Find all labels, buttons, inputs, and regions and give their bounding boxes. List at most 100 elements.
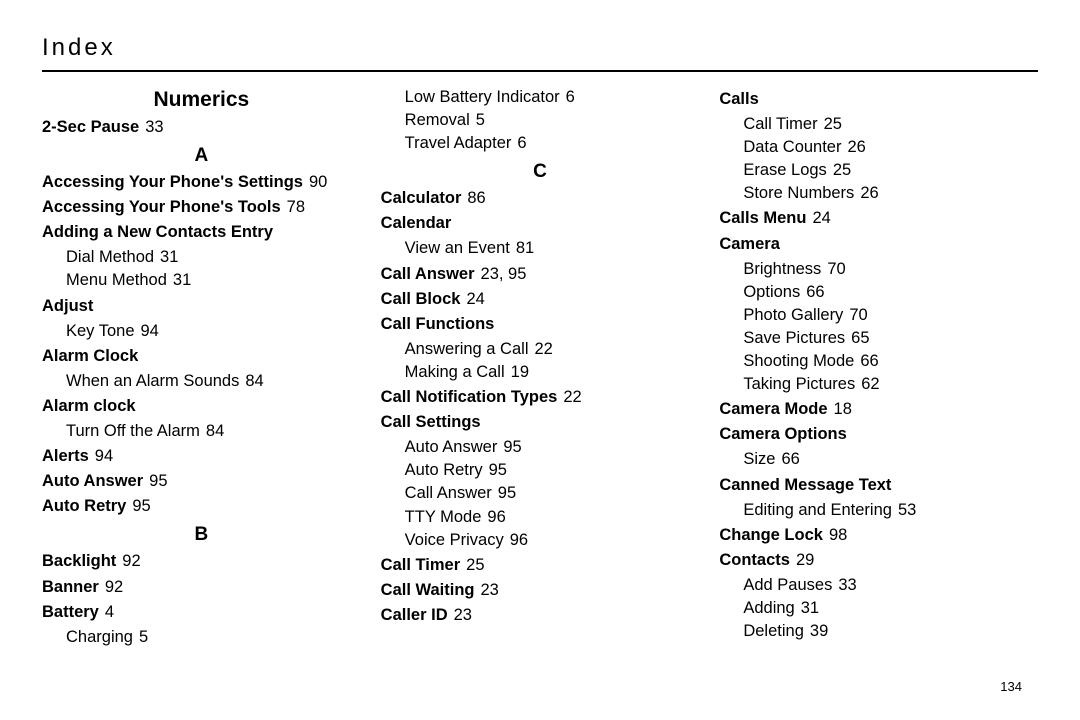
subentry-label: Voice Privacy — [405, 531, 504, 549]
subentry-label: Auto Retry — [405, 461, 483, 479]
subentry-label: TTY Mode — [405, 508, 482, 526]
index-subentry: Erase Logs25 — [743, 159, 1038, 182]
index-entry: Banner92 — [42, 576, 361, 599]
entry-label: Accessing Your Phone's Settings — [42, 173, 303, 191]
subentry-page: 84 — [200, 422, 224, 440]
subentry-page: 66 — [800, 283, 824, 301]
subentry-page: 66 — [775, 450, 799, 468]
subentry-label: Key Tone — [66, 322, 135, 340]
subentry-label: Photo Gallery — [743, 306, 843, 324]
subentry-label: Size — [743, 450, 775, 468]
entry-page: 33 — [139, 118, 163, 136]
entry-page: 25 — [460, 556, 484, 574]
index-entry: Calculator86 — [381, 187, 700, 210]
subentry-label: Call Answer — [405, 484, 492, 502]
index-entry: Call Answer23, 95 — [381, 263, 700, 286]
subentry-page: 81 — [510, 239, 534, 257]
column-3: CallsCall Timer25Data Counter26Erase Log… — [719, 86, 1038, 649]
entry-page: 95 — [126, 497, 150, 515]
entry-page: 94 — [89, 447, 113, 465]
subentry-page: 96 — [504, 531, 528, 549]
entry-label: Calls Menu — [719, 209, 806, 227]
entry-label: Alarm clock — [42, 397, 136, 415]
subentry-page: 66 — [854, 352, 878, 370]
entry-label: Adding a New Contacts Entry — [42, 223, 273, 241]
index-subentry: Making a Call19 — [405, 361, 700, 384]
entry-label: Call Functions — [381, 315, 495, 333]
index-subentry: Shooting Mode66 — [743, 350, 1038, 373]
subentry-page: 62 — [855, 375, 879, 393]
entry-page: 92 — [116, 552, 140, 570]
subentry-label: When an Alarm Sounds — [66, 372, 239, 390]
index-entry: Call Timer25 — [381, 554, 700, 577]
page-number: 134 — [1000, 679, 1022, 694]
entry-label: Alarm Clock — [42, 347, 138, 365]
index-subentry: Adding31 — [743, 597, 1038, 620]
index-subentry: Removal5 — [405, 109, 700, 132]
index-subentry: Photo Gallery70 — [743, 304, 1038, 327]
index-entry: Auto Retry95 — [42, 495, 361, 518]
page-title: Index — [42, 34, 1038, 62]
entry-label: Backlight — [42, 552, 116, 570]
subentry-page: 26 — [841, 138, 865, 156]
entry-label: Call Timer — [381, 556, 460, 574]
subentry-label: Charging — [66, 628, 133, 646]
entry-page: 23 — [474, 581, 498, 599]
entry-label: Auto Answer — [42, 472, 143, 490]
index-entry: Adjust — [42, 295, 361, 318]
entry-label: Call Block — [381, 290, 461, 308]
index-subentry: Answering a Call22 — [405, 338, 700, 361]
entry-label: Change Lock — [719, 526, 823, 544]
entry-label: Caller ID — [381, 606, 448, 624]
index-subentry: TTY Mode96 — [405, 506, 700, 529]
entry-page: 92 — [99, 578, 123, 596]
subentry-page: 96 — [481, 508, 505, 526]
entry-label: Call Settings — [381, 413, 481, 431]
subentry-label: Options — [743, 283, 800, 301]
subentry-label: Save Pictures — [743, 329, 845, 347]
subentry-page: 95 — [483, 461, 507, 479]
index-subentry: Add Pauses33 — [743, 574, 1038, 597]
entry-page: 23 — [448, 606, 472, 624]
entry-label: Accessing Your Phone's Tools — [42, 198, 281, 216]
index-subentry: Menu Method31 — [66, 269, 361, 292]
index-subentry: Data Counter26 — [743, 136, 1038, 159]
subentry-page: 25 — [818, 115, 842, 133]
index-entry: Call Waiting23 — [381, 579, 700, 602]
subentry-page: 70 — [843, 306, 867, 324]
index-entry: 2-Sec Pause33 — [42, 116, 361, 139]
subentry-label: Erase Logs — [743, 161, 826, 179]
entry-label: Calendar — [381, 214, 452, 232]
subentry-page: 31 — [795, 599, 819, 617]
index-subentry: When an Alarm Sounds84 — [66, 370, 361, 393]
subentry-label: Low Battery Indicator — [405, 88, 560, 106]
subentry-page: 22 — [528, 340, 552, 358]
entry-label: Adjust — [42, 297, 93, 315]
index-entry: Calendar — [381, 212, 700, 235]
subentry-label: Making a Call — [405, 363, 505, 381]
index-entry: Auto Answer95 — [42, 470, 361, 493]
index-entry: Call Settings — [381, 411, 700, 434]
section-letter: B — [42, 524, 361, 546]
entry-page: 18 — [828, 400, 852, 418]
subentry-page: 31 — [167, 271, 191, 289]
subentry-label: Turn Off the Alarm — [66, 422, 200, 440]
subentry-label: Travel Adapter — [405, 134, 512, 152]
index-subentry: Brightness70 — [743, 258, 1038, 281]
index-entry: Alarm clock — [42, 395, 361, 418]
subentry-page: 25 — [827, 161, 851, 179]
entry-label: Call Waiting — [381, 581, 475, 599]
subentry-label: Data Counter — [743, 138, 841, 156]
index-subentry: Auto Answer95 — [405, 436, 700, 459]
column-1: Numerics2-Sec Pause33AAccessing Your Pho… — [42, 86, 361, 649]
entry-page: 29 — [790, 551, 814, 569]
subentry-label: Removal — [405, 111, 470, 129]
entry-page: 86 — [461, 189, 485, 207]
subentry-page: 5 — [470, 111, 485, 129]
index-subentry: Call Answer95 — [405, 482, 700, 505]
entry-page: 90 — [303, 173, 327, 191]
subentry-label: Editing and Entering — [743, 501, 892, 519]
subentry-page: 26 — [854, 184, 878, 202]
index-subentry: Editing and Entering53 — [743, 499, 1038, 522]
subentry-label: Menu Method — [66, 271, 167, 289]
